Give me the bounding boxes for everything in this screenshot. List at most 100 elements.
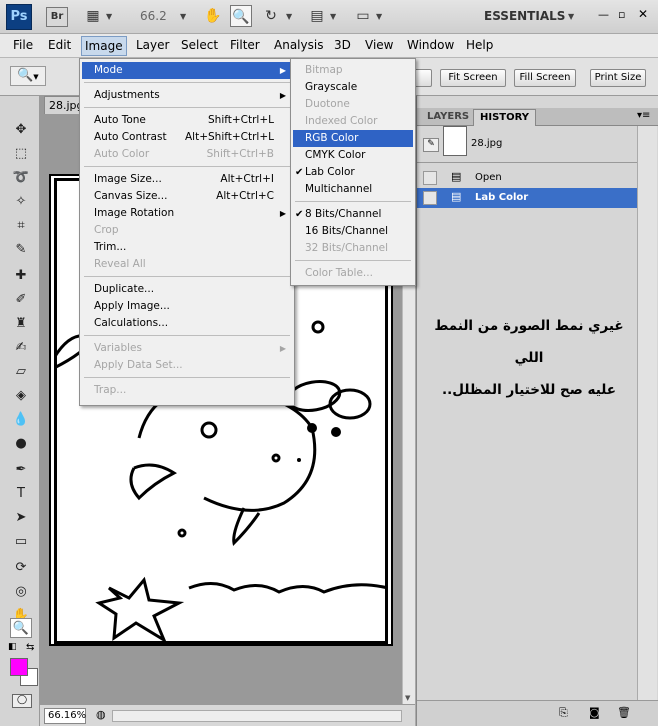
menu-edit[interactable]: Edit xyxy=(45,38,74,52)
close-icon[interactable]: ✕ xyxy=(638,7,648,21)
dodge-tool-icon[interactable]: ● xyxy=(10,434,32,454)
history-state-lab-color[interactable]: ▤ Lab Color xyxy=(417,188,637,208)
chevron-down-icon[interactable]: ▼ xyxy=(286,12,292,21)
status-info-icon[interactable]: ◍ xyxy=(96,708,106,721)
history-brush-icon[interactable]: ✍ xyxy=(10,338,32,358)
application-bar: Ps Br ▦ ▼ 66.2 ▼ ✋ 🔍 ↻ ▼ ▤ ▼ ▭ ▼ ESSENTI… xyxy=(0,0,658,34)
clone-stamp-icon[interactable]: ♜ xyxy=(10,314,32,334)
eraser-tool-icon[interactable]: ▱ xyxy=(10,362,32,382)
type-tool-icon[interactable]: T xyxy=(10,484,32,504)
menu-item-8-bits-channel[interactable]: 8 Bits/Channel ✔ xyxy=(293,206,413,223)
menu-item-apply-image[interactable]: Apply Image... xyxy=(82,298,292,315)
tab-history[interactable]: HISTORY xyxy=(473,109,537,126)
lasso-tool-icon[interactable]: ➰ xyxy=(10,168,32,188)
workspace-switcher[interactable]: ESSENTIALS xyxy=(484,9,565,23)
fit-screen-button[interactable]: Fit Screen xyxy=(440,69,506,87)
new-document-icon[interactable]: ⎘ xyxy=(559,706,568,720)
menu-item-grayscale[interactable]: Grayscale xyxy=(293,79,413,96)
annotation-line-2: عليه صح للاختيار المظلل.. xyxy=(442,382,616,398)
arrange-documents-icon[interactable]: ▤ xyxy=(306,5,328,27)
pen-tool-icon[interactable]: ✒ xyxy=(10,460,32,480)
zoom-level[interactable]: 66.2 xyxy=(140,9,167,23)
menu-item-16-bits-channel[interactable]: 16 Bits/Channel xyxy=(293,223,413,240)
eyedropper-icon[interactable]: ✎ xyxy=(10,240,32,260)
zoom-tool-icon[interactable]: 🔍 xyxy=(230,5,252,27)
default-colors-icon[interactable]: ◧ xyxy=(8,642,17,652)
history-brush-checkbox[interactable] xyxy=(423,191,437,205)
3d-orbit-icon[interactable]: ◎ xyxy=(10,582,32,602)
crop-tool-icon[interactable]: ⌗ xyxy=(10,216,32,236)
new-snapshot-icon[interactable]: ◙ xyxy=(589,706,600,719)
history-state-open[interactable]: ▤ Open xyxy=(417,168,637,188)
panel-menu-icon[interactable]: ▾≡ xyxy=(637,110,650,121)
swap-colors-icon[interactable]: ⇆ xyxy=(26,642,34,653)
snapshot-name[interactable]: 28.jpg xyxy=(471,138,502,149)
chevron-down-icon[interactable]: ▼ xyxy=(568,12,574,21)
brush-tool-icon[interactable]: ✐ xyxy=(10,290,32,310)
menu-item-duplicate[interactable]: Duplicate... xyxy=(82,281,292,298)
chevron-down-icon[interactable]: ▼ xyxy=(180,12,186,21)
chevron-down-icon[interactable]: ▼ xyxy=(376,12,382,21)
menu-select[interactable]: Select xyxy=(178,38,221,52)
menu-item-adjustments[interactable]: Adjustments ▶ xyxy=(82,87,292,104)
menu-image[interactable]: Image xyxy=(81,36,127,56)
hand-tool-icon[interactable]: ✋ xyxy=(202,5,224,27)
filmstrip-icon[interactable]: ▦ xyxy=(82,5,104,27)
blur-tool-icon[interactable]: 💧 xyxy=(10,410,32,430)
trash-icon[interactable]: 🗑 xyxy=(617,706,631,719)
menu-item-auto-contrast[interactable]: Auto Contrast Alt+Shift+Ctrl+L xyxy=(82,129,292,146)
shape-tool-icon[interactable]: ▭ xyxy=(10,532,32,552)
menu-item-cmyk-color[interactable]: CMYK Color xyxy=(293,147,413,164)
menu-file[interactable]: File xyxy=(10,38,36,52)
menu-view[interactable]: View xyxy=(362,38,396,52)
bridge-button[interactable]: Br xyxy=(46,7,68,27)
menu-item-canvas-size[interactable]: Canvas Size... Alt+Ctrl+C xyxy=(82,188,292,205)
menu-item-auto-tone[interactable]: Auto Tone Shift+Ctrl+L xyxy=(82,112,292,129)
scroll-down-icon[interactable]: ▼ xyxy=(405,694,410,702)
magic-wand-icon[interactable]: ✧ xyxy=(10,192,32,212)
menu-separator xyxy=(295,260,411,261)
menu-item-lab-color[interactable]: Lab Color ✔ xyxy=(293,164,413,181)
tab-layers[interactable]: LAYERS xyxy=(421,109,475,126)
snapshot-thumbnail[interactable] xyxy=(443,126,467,156)
marquee-tool-icon[interactable]: ⬚ xyxy=(10,144,32,164)
menu-item-mode[interactable]: Mode ▶ xyxy=(82,62,292,79)
print-size-button[interactable]: Print Size xyxy=(590,69,646,87)
menu-layer[interactable]: Layer xyxy=(133,38,172,52)
menu-item-trim[interactable]: Trim... xyxy=(82,239,292,256)
move-tool-icon[interactable]: ✥ xyxy=(10,120,32,140)
rotate-view-icon[interactable]: ↻ xyxy=(260,5,282,27)
zoom-status-field[interactable]: 66.16% xyxy=(44,708,86,724)
chevron-down-icon[interactable]: ▼ xyxy=(106,12,112,21)
menu-item-calculations[interactable]: Calculations... xyxy=(82,315,292,332)
history-brush-source-icon[interactable]: ✎ xyxy=(423,138,439,152)
chevron-down-icon[interactable]: ▼ xyxy=(330,12,336,21)
history-brush-checkbox[interactable] xyxy=(423,171,437,185)
3d-rotate-icon[interactable]: ⟳ xyxy=(10,558,32,578)
zoom-preset-icon[interactable]: 🔍▼ xyxy=(10,66,46,86)
healing-brush-icon[interactable]: ✚ xyxy=(10,266,32,286)
menu-filter[interactable]: Filter xyxy=(227,38,263,52)
foreground-color-swatch[interactable] xyxy=(10,658,28,676)
path-selection-icon[interactable]: ➤ xyxy=(10,508,32,528)
submenu-arrow-icon: ▶ xyxy=(279,209,286,218)
menu-help[interactable]: Help xyxy=(463,38,496,52)
menu-item-rgb-color[interactable]: RGB Color xyxy=(293,130,413,147)
panel-scrollbar[interactable] xyxy=(637,126,657,700)
screen-mode-icon[interactable]: ▭ xyxy=(352,5,374,27)
menu-3d[interactable]: 3D xyxy=(331,38,354,52)
menu-item-multichannel[interactable]: Multichannel xyxy=(293,181,413,198)
fill-screen-button[interactable]: Fill Screen xyxy=(514,69,576,87)
menu-window[interactable]: Window xyxy=(404,38,457,52)
menu-analysis[interactable]: Analysis xyxy=(271,38,326,52)
menu-separator xyxy=(84,335,290,336)
zoom-tool-icon[interactable]: 🔍 xyxy=(10,618,32,638)
maximize-icon[interactable]: ▫ xyxy=(618,8,625,21)
horizontal-scrollbar[interactable] xyxy=(112,710,402,722)
menu-item-image-size[interactable]: Image Size... Alt+Ctrl+I xyxy=(82,171,292,188)
minimize-icon[interactable]: — xyxy=(598,8,609,21)
menu-item-image-rotation[interactable]: Image Rotation ▶ xyxy=(82,205,292,222)
status-bar: 66.16% ◍ xyxy=(40,704,415,726)
paint-bucket-icon[interactable]: ◈ xyxy=(10,386,32,406)
quick-mask-icon[interactable]: ◯ xyxy=(12,694,32,708)
